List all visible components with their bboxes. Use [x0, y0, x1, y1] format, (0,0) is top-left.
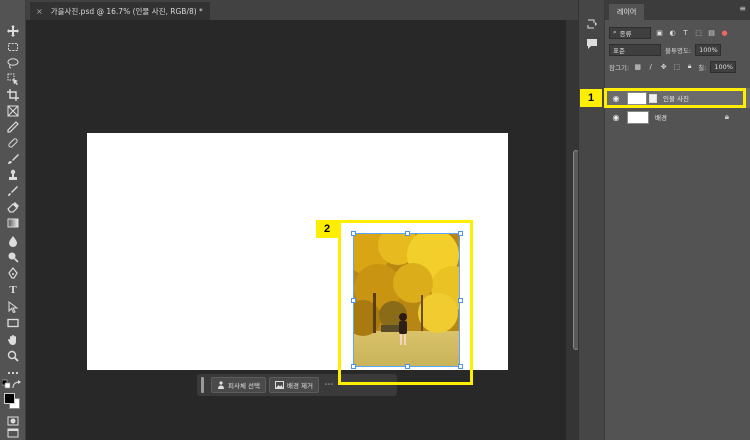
zoom-tool-icon[interactable]: [4, 349, 22, 363]
filter-adjustment-icon[interactable]: ◐: [668, 28, 677, 37]
pen-tool-icon[interactable]: [4, 266, 22, 280]
dodge-tool-icon[interactable]: [4, 250, 22, 264]
lasso-tool-icon[interactable]: [4, 56, 22, 70]
lock-icon: 🔒︎: [724, 112, 729, 121]
fill-label: 칠:: [698, 63, 707, 72]
person-icon: [218, 381, 224, 389]
lock-label: 잠그기:: [609, 63, 630, 72]
rectangle-tool-icon[interactable]: [4, 316, 22, 330]
filter-kind-label: 종류: [619, 29, 632, 38]
swap-colors-icon[interactable]: [12, 380, 22, 390]
opacity-input[interactable]: 100%: [695, 43, 722, 56]
callout-number-1: 1: [580, 89, 602, 107]
gradient-tool-icon[interactable]: [4, 216, 22, 230]
layers-tab[interactable]: 레이어: [609, 4, 645, 20]
layer-filter-row: ⌕ 종류 ▣ ◐ T ⬚ ▤ ●: [605, 24, 750, 41]
crop-tool-icon[interactable]: [4, 88, 22, 102]
document-tab-title: 가을사진.psd @ 16.7% (인물 사진, RGB/8) *: [50, 6, 203, 16]
filter-smart-object-icon[interactable]: ▤: [707, 28, 716, 37]
layers-panel-header: 레이어 ≡: [605, 0, 750, 20]
callout-number-2: 2: [316, 220, 338, 238]
visibility-eye-icon[interactable]: ◉: [609, 113, 623, 122]
move-tool-icon[interactable]: [4, 24, 22, 38]
healing-brush-tool-icon[interactable]: [4, 136, 22, 150]
blend-mode-value: 표준: [613, 46, 625, 55]
blend-mode-select[interactable]: 표준: [609, 43, 661, 56]
lock-position-icon[interactable]: ✥: [659, 62, 668, 71]
frame-tool-icon[interactable]: [4, 104, 22, 118]
object-select-tool-icon[interactable]: [4, 72, 22, 86]
remove-background-button[interactable]: 배경 제거: [268, 377, 319, 393]
image-icon: [274, 381, 284, 389]
panel-menu-icon[interactable]: ≡: [739, 4, 746, 13]
lock-fill-row: 잠그기: ▦ ∕ ✥ ⬚ 🔒︎ 칠: 100%: [605, 58, 750, 75]
image-highlight-box: [338, 220, 473, 385]
history-brush-tool-icon[interactable]: [4, 184, 22, 198]
close-tab-icon[interactable]: ×: [36, 7, 43, 16]
default-colors-icon[interactable]: [2, 379, 12, 390]
layer-thumbnail: [627, 110, 649, 124]
taskbar-drag-handle[interactable]: [201, 377, 204, 393]
filter-type-icon[interactable]: T: [681, 28, 690, 37]
document-tab-bar: × 가을사진.psd @ 16.7% (인물 사진, RGB/8) *: [26, 0, 578, 20]
filter-pixel-icon[interactable]: ▣: [655, 28, 664, 37]
layer-row[interactable]: ◉ 배경 🔒︎: [605, 107, 750, 127]
search-icon: ⌕: [613, 28, 617, 36]
eyedropper-tool-icon[interactable]: [4, 120, 22, 134]
history-panel-icon[interactable]: [586, 18, 598, 30]
select-subject-button[interactable]: 피사체 선택: [211, 377, 266, 393]
lock-artboard-icon[interactable]: ⬚: [672, 62, 681, 71]
lock-all-icon[interactable]: 🔒︎: [685, 62, 694, 71]
fill-input[interactable]: 100%: [710, 60, 737, 73]
eraser-tool-icon[interactable]: [4, 200, 22, 214]
panel-icon-strip: [578, 0, 604, 440]
type-tool-icon[interactable]: T: [4, 283, 22, 297]
quick-mask-icon[interactable]: [4, 414, 22, 428]
document-tab[interactable]: × 가을사진.psd @ 16.7% (인물 사진, RGB/8) *: [30, 2, 210, 20]
screen-mode-icon[interactable]: [4, 428, 22, 438]
lock-transparent-icon[interactable]: ▦: [633, 62, 642, 71]
filter-toggle-icon[interactable]: ●: [720, 28, 729, 37]
remove-background-label: 배경 제거: [286, 382, 313, 390]
hand-tool-icon[interactable]: [4, 333, 22, 347]
layer-name: 배경: [655, 114, 667, 122]
opacity-value: 100%: [699, 45, 718, 54]
clone-stamp-tool-icon[interactable]: [4, 168, 22, 182]
tools-panel: T: [0, 0, 26, 440]
comments-panel-icon[interactable]: [586, 38, 598, 50]
blur-tool-icon[interactable]: [4, 234, 22, 248]
brush-tool-icon[interactable]: [4, 152, 22, 166]
lock-image-icon[interactable]: ∕: [646, 62, 655, 71]
more-options-icon[interactable]: ⋯: [322, 378, 336, 392]
layer-highlight-box: [604, 88, 746, 108]
marquee-tool-icon[interactable]: [4, 40, 22, 54]
fill-value: 100%: [714, 62, 733, 71]
foreground-color-swatch[interactable]: [4, 393, 15, 404]
path-select-tool-icon[interactable]: [4, 300, 22, 314]
opacity-label: 불투명도:: [665, 46, 692, 55]
vertical-scrollbar[interactable]: [566, 20, 579, 440]
filter-shape-icon[interactable]: ⬚: [694, 28, 703, 37]
layers-panel: 레이어 ≡ ⌕ 종류 ▣ ◐ T ⬚ ▤ ● 표준 불투명도: 100% 잠그기…: [604, 0, 750, 440]
layer-filter-select[interactable]: ⌕ 종류: [609, 26, 651, 39]
blend-opacity-row: 표준 불투명도: 100%: [605, 41, 750, 58]
more-tools-icon[interactable]: [4, 366, 22, 380]
select-subject-label: 피사체 선택: [228, 382, 260, 390]
